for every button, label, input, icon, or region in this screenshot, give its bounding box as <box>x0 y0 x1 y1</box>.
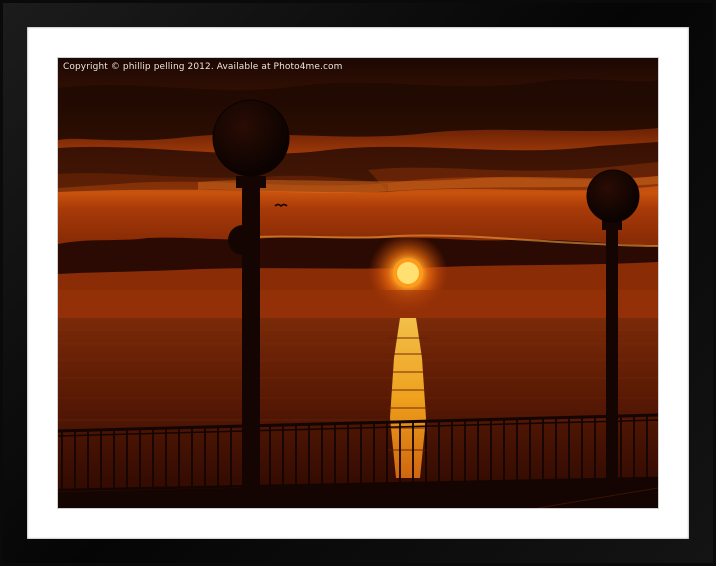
sunset-photo: Copyright © phillip pelling 2012. Availa… <box>58 58 658 508</box>
copyright-watermark: Copyright © phillip pelling 2012. Availa… <box>63 62 343 72</box>
horizon-haze <box>58 290 658 318</box>
sun-core <box>397 262 419 284</box>
sunset-scene <box>58 58 658 508</box>
picture-frame: Copyright © phillip pelling 2012. Availa… <box>0 0 716 566</box>
